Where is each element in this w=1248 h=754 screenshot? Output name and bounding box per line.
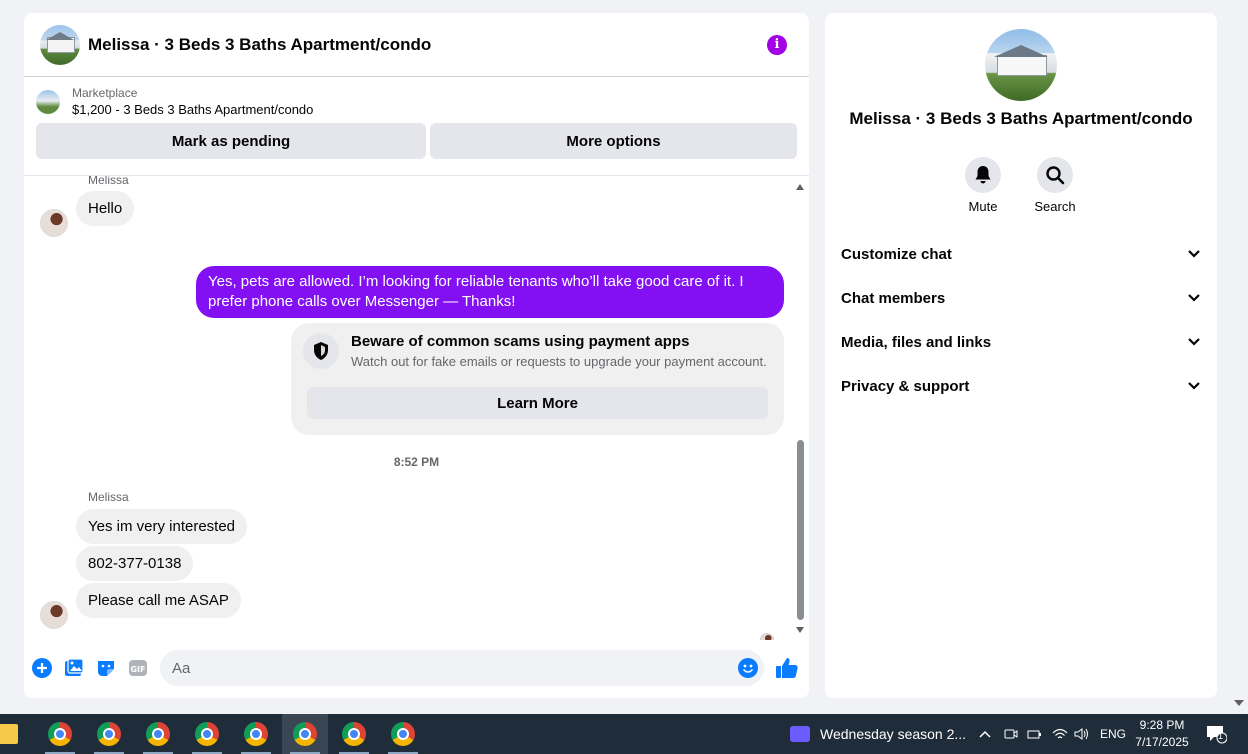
gif-icon[interactable]: GIF (128, 658, 148, 678)
taskbar-chrome-1[interactable] (37, 714, 83, 754)
chrome-icon (48, 722, 72, 746)
section-chat-members[interactable]: Chat members (841, 286, 1201, 310)
input-language[interactable]: ENG (1100, 714, 1126, 754)
taskbar-chrome-5[interactable] (233, 714, 279, 754)
conversation-title: Melissa · 3 Beds 3 Baths Apartment/condo (849, 109, 1193, 128)
media-widget[interactable]: Wednesday season 2... (790, 714, 966, 754)
mute-button[interactable]: Mute (953, 157, 1013, 214)
chrome-icon (195, 722, 219, 746)
chevron-down-icon (1188, 250, 1200, 258)
message-timestamp: 8:52 PM (393, 455, 440, 469)
sender-name: Melissa (88, 175, 129, 187)
bell-icon (965, 157, 1001, 193)
plus-icon[interactable] (32, 658, 52, 678)
chrome-icon (342, 722, 366, 746)
incoming-message[interactable]: 802-377-0138 (76, 546, 194, 581)
marketplace-listing: Marketplace $1,200 - 3 Beds 3 Baths Apar… (24, 77, 809, 159)
scroll-down-arrow[interactable] (796, 627, 804, 633)
tray-chevron-up-icon[interactable] (978, 714, 992, 754)
section-label: Media, files and links (841, 333, 992, 351)
search-icon (1037, 157, 1073, 193)
conversation-avatar[interactable] (40, 24, 80, 65)
section-media-files-links[interactable]: Media, files and links (841, 330, 1201, 354)
sender-avatar[interactable] (40, 209, 68, 237)
scroll-thumb[interactable] (797, 440, 804, 620)
volume-icon[interactable] (1074, 714, 1090, 754)
message-input-wrapper (160, 650, 764, 686)
read-receipt-avatar (760, 633, 774, 640)
power-icon[interactable] (1027, 714, 1041, 754)
warning-title: Beware of common scams using payment app… (351, 333, 690, 350)
scam-warning-card: Beware of common scams using payment app… (291, 323, 784, 435)
section-label: Privacy & support (841, 377, 970, 395)
taskbar: Wednesday season 2... ENG 9:28 PM 7/17/2… (0, 714, 1248, 754)
section-customize-chat[interactable]: Customize chat (841, 242, 1201, 266)
folder-icon (0, 724, 18, 744)
message-composer: GIF (24, 650, 809, 686)
gif-label: GIF (130, 665, 145, 674)
taskbar-chrome-6[interactable] (282, 714, 328, 754)
chrome-icon (97, 722, 121, 746)
taskbar-chrome-7[interactable] (331, 714, 377, 754)
sticker-icon[interactable] (96, 658, 116, 678)
system-clock[interactable]: 9:28 PM 7/17/2025 (1128, 717, 1196, 751)
conversation-photo[interactable] (985, 29, 1057, 101)
more-options-button[interactable]: More options (430, 123, 797, 159)
message-list[interactable]: Melissa Hello Yes, pets are allowed. I’m… (24, 175, 809, 640)
wifi-icon[interactable] (1052, 714, 1068, 754)
file-explorer-button[interactable] (0, 714, 24, 754)
scroll-up-arrow[interactable] (796, 184, 804, 190)
conversation-details-panel: Melissa · 3 Beds 3 Baths Apartment/condo… (825, 13, 1217, 698)
taskbar-chrome-4[interactable] (184, 714, 230, 754)
chrome-icon (293, 722, 317, 746)
shield-icon (303, 333, 339, 369)
outgoing-message[interactable]: Yes, pets are allowed. I’m looking for r… (196, 266, 784, 318)
listing-price-title[interactable]: $1,200 - 3 Beds 3 Baths Apartment/condo (72, 101, 313, 119)
taskbar-chrome-8[interactable] (380, 714, 426, 754)
sender-avatar[interactable] (40, 601, 68, 629)
mute-label: Mute (968, 199, 998, 214)
conversation-title[interactable]: Melissa · 3 Beds 3 Baths Apartment/condo (88, 35, 767, 55)
search-label: Search (1034, 199, 1076, 214)
taskbar-chrome-2[interactable] (86, 714, 132, 754)
chevron-down-icon (1188, 338, 1200, 346)
taskbar-chrome-3[interactable] (135, 714, 181, 754)
page-scroll-down-arrow[interactable] (1234, 700, 1244, 706)
meet-now-icon[interactable] (1004, 714, 1018, 754)
warning-description: Watch out for fake emails or requests to… (351, 354, 767, 369)
photo-icon[interactable] (64, 658, 84, 678)
chat-panel: Melissa · 3 Beds 3 Baths Apartment/condo… (24, 13, 809, 698)
listing-source-label: Marketplace (72, 86, 138, 100)
chrome-icon (244, 722, 268, 746)
chat-header: Melissa · 3 Beds 3 Baths Apartment/condo… (24, 13, 809, 77)
clock-date: 7/17/2025 (1135, 735, 1189, 749)
search-button[interactable]: Search (1025, 157, 1085, 214)
notification-center-icon[interactable]: 1 (1205, 724, 1228, 744)
listing-thumbnail[interactable] (36, 90, 60, 114)
chevron-down-icon (1188, 294, 1200, 302)
info-icon[interactable]: i (767, 34, 787, 55)
section-label: Chat members (841, 289, 946, 307)
section-privacy-support[interactable]: Privacy & support (841, 374, 1201, 398)
learn-more-button[interactable]: Learn More (307, 387, 768, 419)
incoming-message[interactable]: Yes im very interested (76, 509, 248, 544)
chrome-icon (146, 722, 170, 746)
media-title: Wednesday season 2... (820, 726, 967, 742)
chevron-down-icon (1188, 382, 1200, 390)
notification-count: 1 (1218, 731, 1224, 741)
chrome-icon (391, 722, 415, 746)
clock-time: 9:28 PM (1139, 718, 1185, 732)
thumbs-up-icon[interactable] (775, 656, 799, 680)
incoming-message[interactable]: Hello (76, 191, 135, 226)
mark-as-pending-button[interactable]: Mark as pending (36, 123, 426, 159)
message-scrollbar[interactable] (795, 182, 805, 634)
media-player-icon (790, 726, 810, 742)
section-label: Customize chat (841, 245, 952, 263)
emoji-icon[interactable] (738, 658, 758, 678)
incoming-message[interactable]: Please call me ASAP (76, 583, 241, 618)
message-input[interactable] (160, 650, 720, 686)
sender-name: Melissa (88, 490, 129, 504)
